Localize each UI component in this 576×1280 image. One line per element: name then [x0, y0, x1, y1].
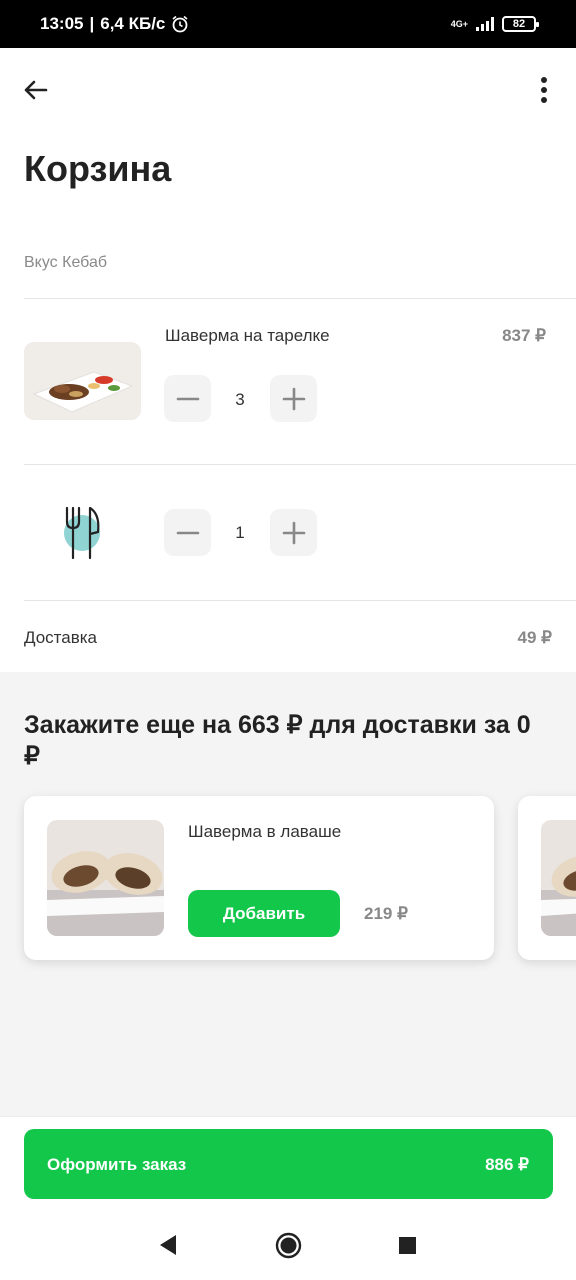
minus-icon — [176, 531, 199, 534]
item-quantity: 3 — [235, 390, 245, 409]
divider — [24, 600, 576, 601]
status-bar: 13:05 | 6,4 КБ/с 4G+ 82 — [0, 0, 576, 48]
decrease-quantity-button[interactable] — [164, 375, 211, 422]
checkout-button[interactable]: Оформить заказ 886 ₽ — [24, 1129, 553, 1199]
decrease-cutlery-button[interactable] — [164, 509, 211, 556]
recommendation-card[interactable]: Шаверма в лаваше Добавить 219 ₽ — [24, 796, 494, 960]
status-speed: 6,4 КБ/с — [100, 14, 166, 33]
recommendation-card-next[interactable] — [518, 796, 576, 960]
restaurant-name: Вкус Кебаб — [24, 254, 108, 271]
add-to-cart-button[interactable]: Добавить — [188, 890, 340, 937]
status-right: 4G+ 82 — [450, 16, 539, 32]
checkout-label: Оформить заказ — [47, 1155, 187, 1174]
cutlery-quantity: 1 — [235, 523, 245, 542]
top-app-bar — [0, 48, 576, 132]
card-image-next — [541, 820, 576, 936]
arrow-left-icon[interactable] — [20, 74, 52, 106]
card-product-price: 219 ₽ — [364, 904, 408, 923]
delivery-label: Доставка — [24, 628, 98, 647]
increase-quantity-button[interactable] — [270, 375, 317, 422]
item-name: Шаверма на тарелке — [165, 326, 330, 345]
cutlery-icon — [64, 506, 100, 560]
divider — [24, 298, 576, 299]
nav-recents-icon[interactable] — [398, 1232, 418, 1258]
divider — [24, 464, 576, 465]
status-left: 13:05 | 6,4 КБ/с — [40, 14, 189, 34]
delivery-price: 49 ₽ — [517, 628, 552, 647]
item-price: 837 ₽ — [502, 326, 546, 345]
minus-icon — [176, 397, 199, 400]
status-time: 13:05 — [40, 14, 84, 33]
battery-level: 82 — [512, 18, 526, 30]
card-product-name: Шаверма в лаваше — [188, 822, 342, 841]
card-image-shawarma-lavash — [47, 820, 164, 936]
network-type: 4G+ — [450, 18, 468, 29]
plus-icon — [282, 387, 305, 410]
increase-cutlery-button[interactable] — [270, 509, 317, 556]
status-separator: | — [89, 14, 95, 33]
page-title: Корзина — [24, 148, 172, 189]
alarm-icon — [172, 15, 188, 33]
nav-home-icon[interactable] — [275, 1232, 302, 1259]
item-image-shawarma-plate — [24, 342, 141, 420]
system-navigation-bar — [0, 1210, 576, 1280]
plus-icon — [282, 521, 305, 544]
battery-icon: 82 — [502, 16, 539, 32]
nav-back-icon[interactable] — [156, 1232, 178, 1258]
checkout-total: 886 ₽ — [485, 1155, 529, 1174]
free-delivery-promo-title: Закажите еще на 663 ₽ для доставки за 0 … — [24, 711, 531, 770]
signal-icon — [476, 17, 494, 31]
cart-screen: 13:05 | 6,4 КБ/с 4G+ 82 Корзина Вкус Кеб… — [0, 0, 576, 1280]
more-vertical-icon[interactable] — [532, 74, 556, 106]
